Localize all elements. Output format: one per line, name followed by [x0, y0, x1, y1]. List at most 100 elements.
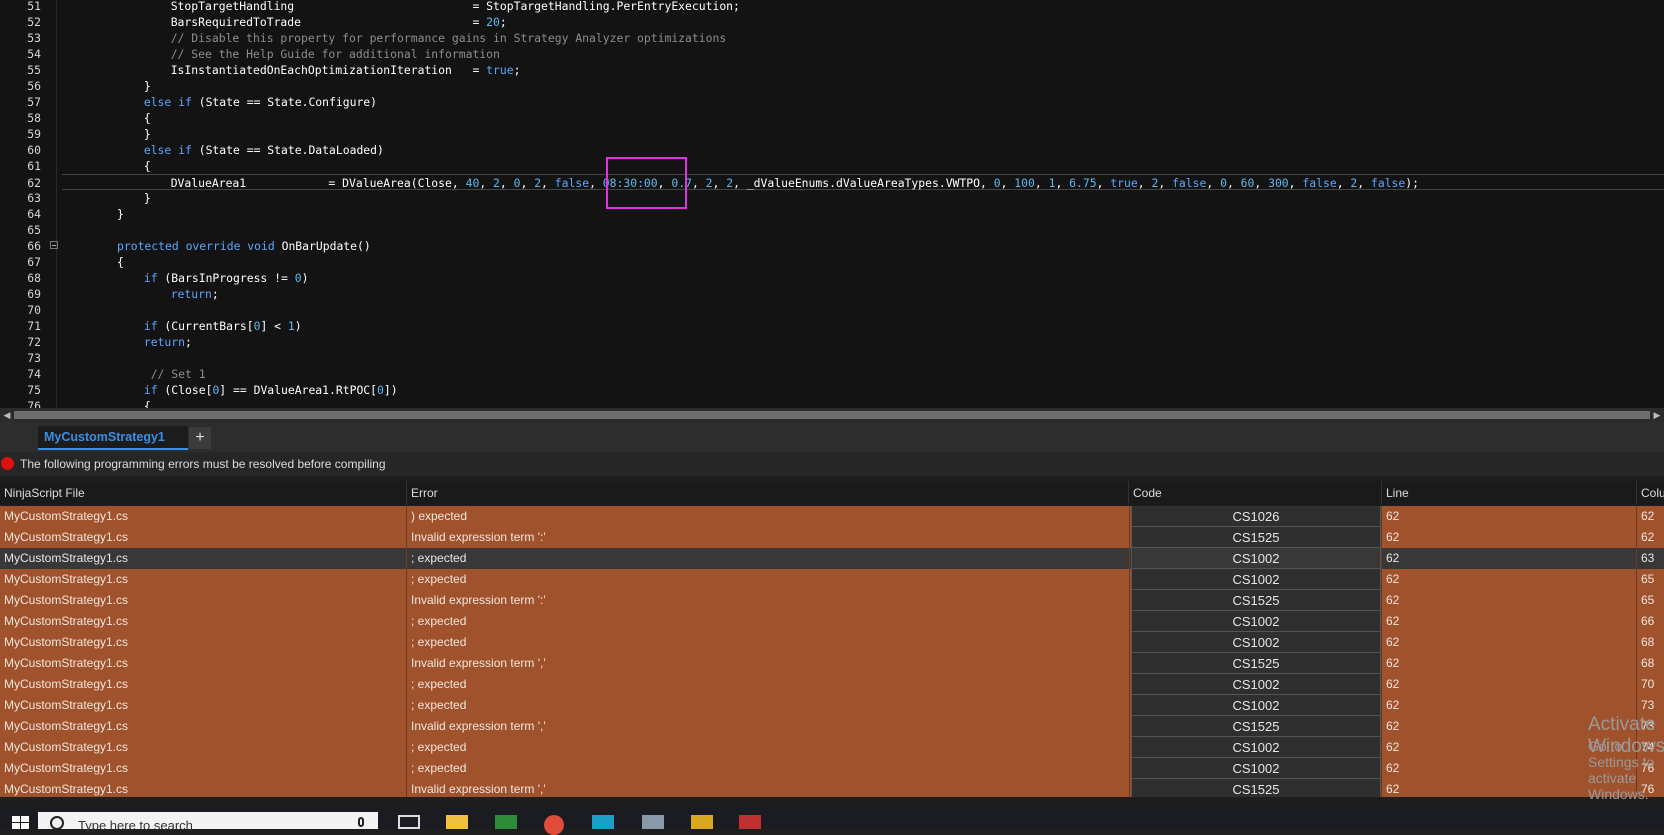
code-text: return; — [170, 287, 219, 301]
line-number: 68 — [27, 271, 41, 285]
code-line[interactable]: 54 // See the Help Guide for additional i… — [0, 46, 1664, 62]
cell-file: MyCustomStrategy1.cs — [4, 635, 129, 649]
table-row[interactable]: MyCustomStrategy1.cs ; expected CS1002 62 70 — [0, 674, 1664, 695]
column-header-file[interactable]: NinjaScript File — [0, 481, 407, 505]
code-line[interactable]: 51 StopTargetHandling = StopTargetHandlin… — [0, 0, 1664, 14]
cell-line: 62 — [1386, 614, 1400, 628]
cell-line: 62 — [1386, 551, 1400, 565]
cell-line: 62 — [1386, 572, 1400, 586]
code-line[interactable]: 52 BarsRequiredToTrade = 20; — [0, 14, 1664, 30]
table-row[interactable]: MyCustomStrategy1.cs Invalid expression t… — [0, 716, 1664, 737]
code-line[interactable]: 62 DValueArea1 = DValueArea(Close, 40, 2,… — [27, 174, 1664, 190]
code-line[interactable]: 71 if (CurrentBars[0] < 1) — [0, 318, 1664, 334]
line-number: 59 — [27, 127, 41, 141]
cell-file: MyCustomStrategy1.cs — [4, 614, 129, 628]
column-separator — [1381, 527, 1382, 548]
table-row[interactable]: MyCustomStrategy1.cs ; expected CS1002 62 73 — [0, 695, 1664, 716]
horizontal-scrollbar[interactable]: ◀ ▶ — [0, 408, 1664, 422]
error-banner-text: The following programming errors must be… — [20, 457, 386, 471]
table-row[interactable]: MyCustomStrategy1.cs Invalid expression t… — [0, 527, 1664, 548]
file-explorer-icon[interactable] — [446, 815, 468, 829]
table-row[interactable]: MyCustomStrategy1.cs; expected CS1002 62 76 — [0, 758, 1664, 779]
code-line[interactable]: 70 — [0, 302, 1664, 318]
code-text: { — [143, 159, 151, 173]
app-green-icon[interactable] — [495, 815, 517, 829]
code-line[interactable]: 61 { — [0, 158, 1664, 174]
line-number: 60 — [27, 143, 41, 157]
code-editor[interactable]: 51 StopTargetHandling = StopTargetHandlin… — [0, 0, 1664, 408]
cell-error: ; expected — [411, 572, 467, 586]
table-row[interactable]: MyCustomStrategy1.cs Invalid expression t… — [0, 590, 1664, 611]
column-header-column[interactable]: Column — [1637, 481, 1664, 505]
pubg-icon[interactable] — [691, 815, 713, 829]
table-row[interactable]: MyCustomStrategy1.cs Invalid expression t… — [0, 779, 1664, 797]
line-number: 55 — [27, 63, 41, 77]
cell-line: 62 — [1386, 593, 1400, 607]
code-line[interactable]: 67 { — [0, 254, 1664, 270]
app-gray-icon[interactable] — [642, 815, 664, 829]
column-separator — [1381, 590, 1382, 611]
code-line[interactable]: 64} — [0, 206, 1664, 222]
table-row[interactable]: MyCustomStrategy1.cs; expected CS1002 62 74 — [0, 737, 1664, 758]
line-number: 72 — [27, 335, 41, 349]
task-view-icon[interactable] — [398, 815, 420, 829]
chrome-icon[interactable] — [544, 815, 564, 835]
column-separator — [1129, 758, 1130, 779]
microphone-icon[interactable] — [358, 817, 364, 827]
column-separator — [1129, 674, 1130, 695]
code-line[interactable]: 65 — [0, 222, 1664, 238]
code-text: BarsRequiredToTrade = 20; — [170, 15, 507, 29]
column-separator — [1129, 548, 1130, 569]
code-line[interactable]: 63} — [0, 190, 1664, 206]
code-line[interactable]: 60 else if (State == State.DataLoaded) — [0, 142, 1664, 158]
column-header-error[interactable]: Error — [407, 481, 1129, 505]
code-line[interactable]: 74 // Set 1 — [0, 366, 1664, 382]
scrollbar-thumb[interactable] — [14, 411, 1650, 419]
line-number: 56 — [27, 79, 41, 93]
column-separator — [406, 674, 407, 695]
line-number: 69 — [27, 287, 41, 301]
code-line[interactable]: 56} — [0, 78, 1664, 94]
code-line[interactable]: 69 return; — [0, 286, 1664, 302]
code-text: else if (State == State.DataLoaded) — [143, 143, 384, 157]
windows-start-icon[interactable] — [12, 816, 30, 830]
scroll-right-icon[interactable]: ▶ — [1652, 410, 1662, 420]
column-separator — [1381, 758, 1382, 779]
table-row[interactable]: MyCustomStrategy1.cs ; expected CS1002 62 65 — [0, 569, 1664, 590]
table-row[interactable]: MyCustomStrategy1.cs ; expected CS1002 62 66 — [0, 611, 1664, 632]
column-separator — [1636, 527, 1637, 548]
table-row[interactable]: MyCustomStrategy1.cs ; expected CS1002 62 63 — [0, 548, 1664, 569]
table-row[interactable]: MyCustomStrategy1.cs) expected CS1026 62 62 — [0, 506, 1664, 527]
cell-line: 62 — [1386, 530, 1400, 544]
tab-mycustomstrategy1[interactable]: MyCustomStrategy1 — [38, 426, 188, 450]
cell-file: MyCustomStrategy1.cs — [4, 656, 129, 670]
line-number: 76 — [27, 399, 41, 408]
cell-file: MyCustomStrategy1.cs — [4, 593, 129, 607]
fold-toggle-icon[interactable] — [50, 241, 58, 249]
column-header-code[interactable]: Code — [1129, 481, 1382, 505]
line-number: 74 — [27, 367, 41, 381]
code-line[interactable]: 72 return; — [0, 334, 1664, 350]
code-line[interactable]: 58 { — [0, 110, 1664, 126]
code-text: } — [143, 79, 151, 93]
taskbar-search-box[interactable]: Type here to search — [38, 812, 378, 833]
table-row[interactable]: MyCustomStrategy1.cs ; expected CS1002 62 68 — [0, 632, 1664, 653]
column-separator — [406, 653, 407, 674]
code-line[interactable]: 75 if (Close[0] == DValueArea1.RtPOC[0]) — [0, 382, 1664, 398]
code-line[interactable]: 53 // Disable this property for performan… — [0, 30, 1664, 46]
scroll-left-icon[interactable]: ◀ — [2, 410, 12, 420]
app-red-icon[interactable] — [739, 815, 761, 829]
column-separator — [406, 758, 407, 779]
ninjatrader-icon[interactable] — [592, 815, 614, 829]
cell-code: CS1002 — [1131, 632, 1381, 653]
code-line[interactable]: 68 if (BarsInProgress != 0) — [0, 270, 1664, 286]
code-line[interactable]: 76 { — [0, 398, 1664, 408]
table-row[interactable]: MyCustomStrategy1.cs Invalid expression t… — [0, 653, 1664, 674]
add-tab-button[interactable]: + — [189, 427, 211, 449]
code-line[interactable]: 73 — [0, 350, 1664, 366]
column-header-line[interactable]: Line — [1382, 481, 1637, 505]
code-line[interactable]: 59} — [0, 126, 1664, 142]
code-line[interactable]: 66 protected override void OnBarUpdate() — [0, 238, 1664, 254]
code-line[interactable]: 55 IsInstantiatedOnEachOptimizationIterat… — [0, 62, 1664, 78]
code-line[interactable]: 57 else if (State == State.Configure) — [0, 94, 1664, 110]
